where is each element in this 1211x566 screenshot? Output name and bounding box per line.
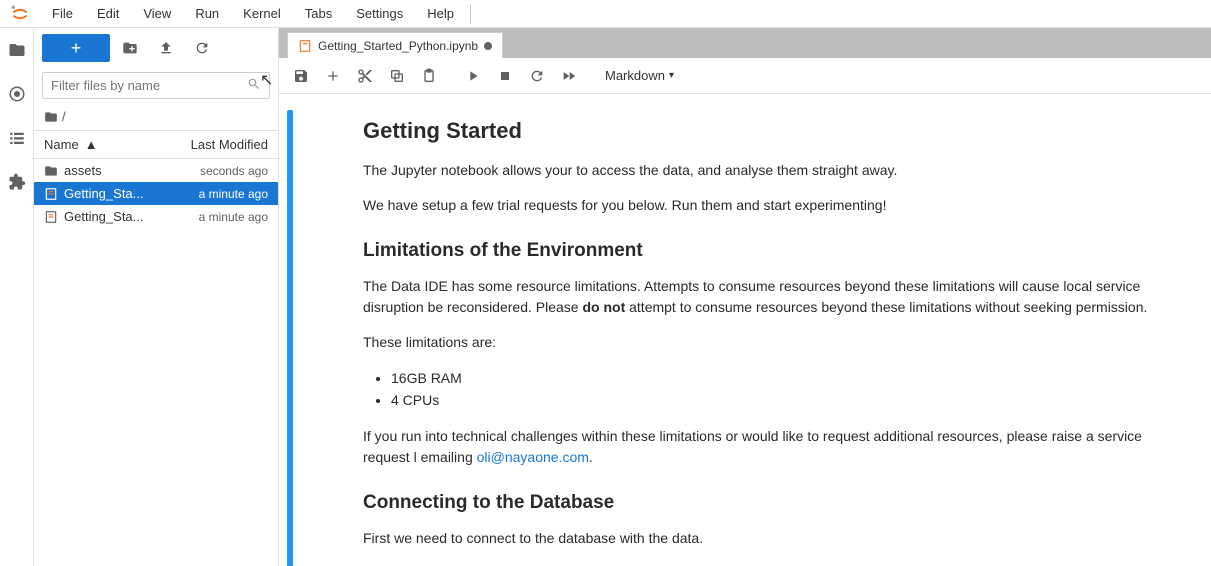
notebook-icon [298,39,312,53]
paste-icon[interactable] [415,62,443,90]
unsaved-dot-icon [484,42,492,50]
menu-settings[interactable]: Settings [344,2,415,25]
paragraph: The Jupyter notebook allows your to acce… [363,160,1151,181]
file-row-assets[interactable]: assets seconds ago [34,159,278,182]
file-name: Getting_Sta... [64,186,144,201]
paragraph: First we need to connect to the database… [363,528,1151,549]
new-launcher-button[interactable]: + [42,34,110,62]
upload-icon[interactable] [150,34,182,62]
tab-title: Getting_Started_Python.ipynb [318,39,478,53]
chevron-down-icon: ▾ [669,70,674,81]
menu-run[interactable]: Run [183,2,231,25]
menu-view[interactable]: View [131,2,183,25]
markdown-cell[interactable]: Getting Started The Jupyter notebook all… [287,110,1211,566]
cut-icon[interactable] [351,62,379,90]
running-icon[interactable] [7,84,27,104]
menu-tabs[interactable]: Tabs [293,2,344,25]
menubar: File Edit View Run Kernel Tabs Settings … [0,0,1211,28]
folder-icon [44,164,58,178]
restart-icon[interactable] [523,62,551,90]
search-icon [247,77,261,94]
file-row-getting-started-1[interactable]: Getting_Sta... a minute ago [34,182,278,205]
new-folder-icon[interactable] [114,34,146,62]
contact-email-link[interactable]: oli@nayaone.com [477,449,589,465]
file-modified: a minute ago [163,187,268,201]
heading-limitations: Limitations of the Environment [363,240,1151,262]
cell-indicator [287,110,293,566]
notebook-toolbar: Markdown ▾ [279,58,1211,94]
file-name: assets [64,163,102,178]
paragraph: We have setup a few trial requests for y… [363,195,1151,216]
file-browser: + / Name ▲ Last Modifi [34,28,279,566]
menu-help[interactable]: Help [415,2,466,25]
main-content: Getting_Started_Python.ipynb Markdown ▾ [279,28,1211,566]
paragraph: The Data IDE has some resource limitatio… [363,276,1151,318]
notebook-icon [44,210,58,224]
toc-icon[interactable] [7,128,27,148]
heading-connecting: Connecting to the Database [363,492,1151,514]
file-modified: a minute ago [163,210,268,224]
file-list-header: Name ▲ Last Modified [34,130,278,159]
heading-getting-started: Getting Started [363,118,1151,144]
cell-type-select[interactable]: Markdown ▾ [599,66,680,85]
sort-asc-icon: ▲ [85,137,98,152]
cell-content: Getting Started The Jupyter notebook all… [303,110,1211,566]
filter-box[interactable] [42,72,270,99]
folder-icon[interactable] [7,40,27,60]
stop-icon[interactable] [491,62,519,90]
menu-file[interactable]: File [40,2,85,25]
tab-getting-started[interactable]: Getting_Started_Python.ipynb [287,32,503,58]
notebook-body[interactable]: Getting Started The Jupyter notebook all… [279,94,1211,566]
refresh-icon[interactable] [186,34,218,62]
add-cell-icon[interactable] [319,62,347,90]
run-icon[interactable] [459,62,487,90]
paragraph: These limitations are: [363,332,1151,353]
save-icon[interactable] [287,62,315,90]
breadcrumb[interactable]: / [34,103,278,130]
list-item: 4 CPUs [391,389,1151,411]
jupyter-logo [8,2,32,26]
left-rail [0,28,34,566]
file-modified: seconds ago [163,164,268,178]
paragraph: If you run into technical challenges wit… [363,426,1151,468]
list-item: 16GB RAM [391,367,1151,389]
run-all-icon[interactable] [555,62,583,90]
header-modified[interactable]: Last Modified [173,131,278,158]
file-row-getting-started-2[interactable]: Getting_Sta... a minute ago [34,205,278,228]
tabbar: Getting_Started_Python.ipynb [279,28,1211,58]
header-name[interactable]: Name ▲ [34,131,173,158]
extensions-icon[interactable] [7,172,27,192]
menu-kernel[interactable]: Kernel [231,2,293,25]
breadcrumb-root[interactable]: / [62,109,66,124]
file-name: Getting_Sta... [64,209,144,224]
folder-icon [44,110,58,124]
menu-divider [470,4,471,24]
menu-edit[interactable]: Edit [85,2,131,25]
notebook-icon [44,187,58,201]
filter-input[interactable] [51,78,247,93]
limitations-list: 16GB RAM 4 CPUs [391,367,1151,412]
copy-icon[interactable] [383,62,411,90]
